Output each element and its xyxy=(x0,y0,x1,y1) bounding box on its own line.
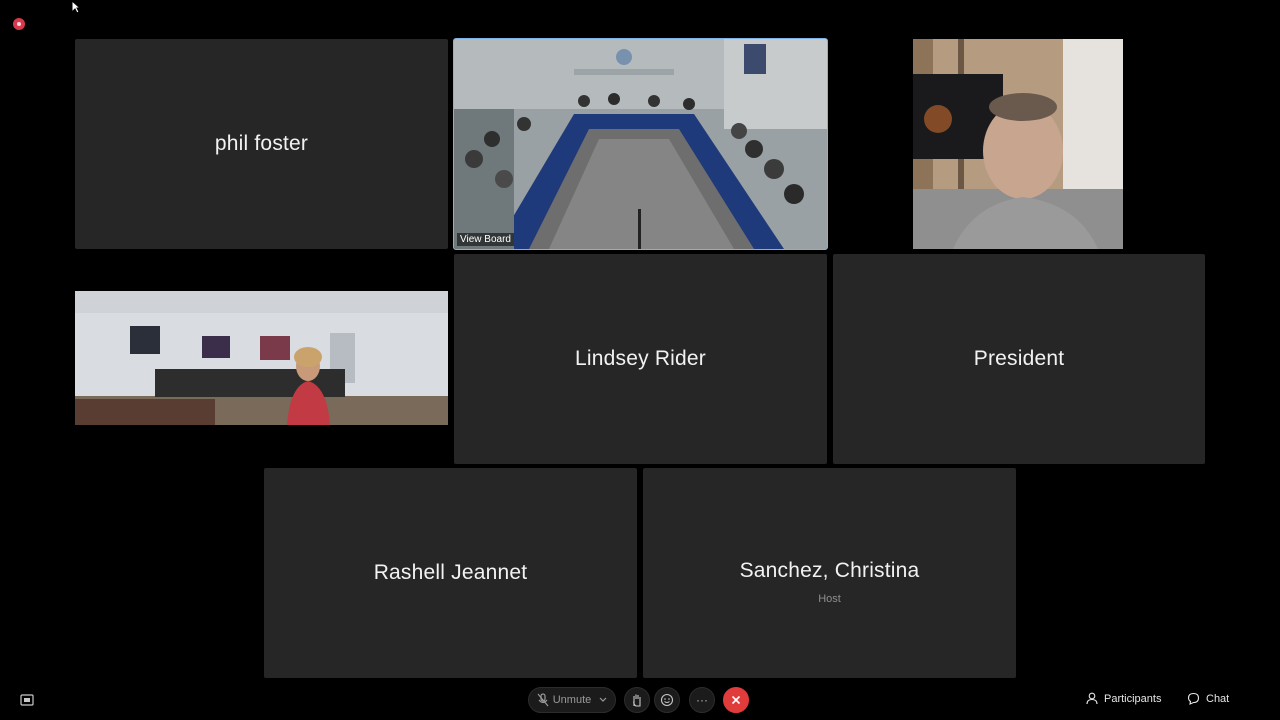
participants-button[interactable]: Participants xyxy=(1086,692,1161,705)
recording-indicator-icon xyxy=(13,18,25,30)
reactions-button[interactable] xyxy=(654,687,680,713)
participant-name: Lindsey Rider xyxy=(575,347,706,370)
participant-tile-sanchez-christina[interactable]: Sanchez, Christina Host xyxy=(643,468,1016,678)
participants-label: Participants xyxy=(1104,692,1162,705)
participant-name: Rashell Jeannet xyxy=(373,561,528,584)
more-button[interactable]: ··· xyxy=(689,687,715,713)
raise-hand-icon xyxy=(633,694,641,707)
microphone-muted-icon xyxy=(537,693,549,707)
unmute-label: Unmute xyxy=(552,694,592,706)
participant-tile-lindsey-rider[interactable]: Lindsey Rider xyxy=(454,254,827,464)
participant-name: phil foster xyxy=(214,132,309,155)
chat-button[interactable]: Chat xyxy=(1187,692,1229,705)
leave-icon xyxy=(731,695,741,705)
webcam-video xyxy=(913,39,1123,249)
video-label: View Board xyxy=(457,233,514,246)
participant-tile-president[interactable]: President xyxy=(833,254,1205,464)
board-room-video xyxy=(454,39,827,249)
unmute-button[interactable]: Unmute xyxy=(528,687,616,713)
emoji-icon xyxy=(660,693,674,707)
conference-room-video xyxy=(75,291,448,425)
chat-icon xyxy=(1187,692,1200,705)
raise-hand-button[interactable] xyxy=(624,687,650,713)
participant-tile-webcam-man[interactable] xyxy=(833,39,1205,249)
layout-icon[interactable] xyxy=(20,694,34,706)
participant-tile-conference-room[interactable] xyxy=(75,254,448,464)
participant-tile-phil-foster[interactable]: phil foster xyxy=(75,39,448,249)
participant-tile-rashell-jeannet[interactable]: Rashell Jeannet xyxy=(264,468,637,678)
participant-name: Sanchez, Christina xyxy=(739,559,920,582)
mouse-cursor-icon xyxy=(71,0,81,14)
participant-tile-view-board[interactable]: View Board xyxy=(453,38,828,250)
chevron-down-icon[interactable] xyxy=(599,697,607,703)
more-icon: ··· xyxy=(696,693,708,707)
participants-icon xyxy=(1086,692,1098,705)
host-badge: Host xyxy=(818,593,841,605)
leave-meeting-button[interactable] xyxy=(723,687,749,713)
participant-name: President xyxy=(973,347,1065,370)
chat-label: Chat xyxy=(1206,692,1230,705)
